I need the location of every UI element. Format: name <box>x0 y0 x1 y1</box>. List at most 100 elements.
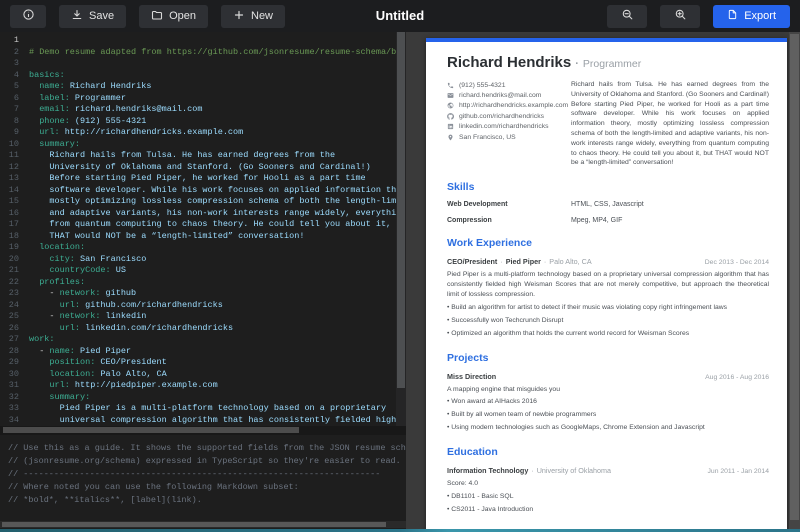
code-text: phone: (912) 555-4321 <box>29 115 147 126</box>
code-text: url: linkedin.com/richardhendricks <box>29 322 234 333</box>
code-line[interactable]: 31 url: http://piedpiper.example.com <box>0 380 396 392</box>
code-line[interactable]: 5 name: Richard Hendriks <box>0 81 396 93</box>
code-line[interactable]: 27 work: <box>0 334 396 346</box>
code-line[interactable]: 14 software developer. While his work fo… <box>0 185 396 197</box>
contact-linkedin[interactable]: linkedin.com/richardhendricks <box>447 122 559 132</box>
helper-code-line[interactable] <box>8 507 406 520</box>
code-line[interactable]: 2 # Demo resume adapted from https://gith… <box>0 47 396 59</box>
code-text: # Demo resume adapted from https://githu… <box>29 46 396 57</box>
code-line[interactable]: 30 location: Palo Alto, CA <box>0 369 396 381</box>
helper-code-line[interactable]: // Use this as a guide. It shows the sup… <box>8 442 406 455</box>
code-line[interactable]: 18 THAT would NOT be a “length-limited” … <box>0 231 396 243</box>
helper-code-line[interactable]: // (jsonresume.org/schema) expressed in … <box>8 455 406 468</box>
helper-code-line[interactable]: // *bold*, **italics**, [label](link). <box>8 494 406 507</box>
code-line[interactable]: 22 profiles: <box>0 277 396 289</box>
skill-keywords: Mpeg, MP4, GIF <box>571 217 623 225</box>
zoom-in-button[interactable] <box>660 4 701 28</box>
code-line[interactable]: 16 and adaptive variants, his non-work i… <box>0 208 396 220</box>
contact-text: http://richardhendricks.example.com <box>459 102 569 110</box>
editor-horizontal-scrollbar[interactable] <box>0 426 406 435</box>
entry-org: Pied Piper <box>505 257 541 267</box>
code-line[interactable]: 8 phone: (912) 555-4321 <box>0 116 396 128</box>
code-editor[interactable]: 1 2 # Demo resume adapted from https://git… <box>0 32 406 532</box>
line-number: 12 <box>8 161 19 172</box>
contact-globe[interactable]: http://richardhendricks.example.com <box>447 101 568 111</box>
contact-github[interactable]: github.com/richardhendricks <box>447 111 559 121</box>
code-text: location: <box>29 242 86 252</box>
new-button[interactable]: New <box>221 4 286 28</box>
code-line[interactable]: 6 label: Programmer <box>0 93 396 105</box>
code-line[interactable]: 26 url: linkedin.com/richardhendricks <box>0 323 396 335</box>
open-button[interactable]: Open <box>139 4 208 28</box>
code-line[interactable]: 9 url: http://richardhendricks.example.c… <box>0 127 396 139</box>
dot-separator: · <box>531 466 534 476</box>
code-line[interactable]: 1 <box>0 35 396 47</box>
code-line[interactable]: 11 Richard hails from Tulsa. He has earn… <box>0 150 396 162</box>
editor-vertical-scrollbar-thumb[interactable] <box>397 32 405 388</box>
code-line[interactable]: 4 basics: <box>0 70 396 82</box>
code-line[interactable]: 20 city: San Francisco <box>0 254 396 266</box>
line-number: 21 <box>8 265 19 275</box>
contact-location[interactable]: San Francisco, US <box>447 132 559 142</box>
code-line[interactable]: 21 countryCode: US <box>0 265 396 277</box>
preview-scrollbar-thumb[interactable] <box>790 34 799 520</box>
code-line[interactable]: 10 summary: <box>0 139 396 151</box>
toolbar-right-group: Export <box>607 4 790 28</box>
code-line[interactable]: 13 Before starting Pied Piper, he worked… <box>0 173 396 185</box>
contact-mail[interactable]: richard.hendriks@mail.com <box>447 90 559 100</box>
phone-icon <box>447 82 454 89</box>
code-line[interactable]: 28 - name: Pied Piper <box>0 346 396 358</box>
code-line[interactable]: 34 universal compression algorithm that … <box>0 415 396 427</box>
contact-text: github.com/richardhendricks <box>459 112 545 120</box>
code-line[interactable]: 17 from quantum computing to chaos theor… <box>0 219 396 231</box>
line-number: 18 <box>8 230 19 241</box>
preview-scrollbar[interactable] <box>789 32 800 532</box>
code-text: from quantum computing to chaos theory. … <box>29 219 396 229</box>
editor-vertical-scrollbar[interactable] <box>396 32 406 426</box>
helper-code-line[interactable]: // Where noted you can use the following… <box>8 481 406 494</box>
line-number: 30 <box>8 368 19 379</box>
section-work-experience: Work Experience CEO/President · Pied Piper ·… <box>447 237 769 338</box>
line-number: 17 <box>8 219 19 229</box>
schema-helper-editor[interactable]: // Use this as a guide. It shows the sup… <box>0 436 406 526</box>
line-number: 20 <box>8 253 19 264</box>
save-button[interactable]: Save <box>59 4 127 28</box>
entry: Miss Direction Aug 2016 - Aug 2016 A mappi… <box>447 372 769 434</box>
entry-bullet: • Successfully won Techcrunch Disrupt <box>447 316 564 324</box>
code-line[interactable]: 25 - network: linkedin <box>0 311 396 323</box>
code-line[interactable]: 29 position: CEO/President <box>0 357 396 369</box>
helper-code-line[interactable]: // -------------------------------------… <box>8 468 406 481</box>
line-number: 25 <box>8 311 19 321</box>
code-line[interactable]: 24 url: github.com/richardhendricks <box>0 300 396 312</box>
code-line[interactable]: 23 - network: github <box>0 288 396 300</box>
export-button[interactable]: Export <box>713 4 790 28</box>
entry-subtitle: Palo Alto, CA <box>549 257 592 267</box>
editor-horizontal-scrollbar-thumb[interactable] <box>3 427 299 433</box>
code-lines[interactable]: 1 2 # Demo resume adapted from https://git… <box>0 32 396 429</box>
section-heading: Education <box>447 446 498 459</box>
entry-bullet: • Using modern technologies such as Goog… <box>447 424 705 432</box>
code-line[interactable]: 7 email: richard.hendriks@mail.com <box>0 104 396 116</box>
contact-phone[interactable]: (912) 555-4321 <box>447 80 559 90</box>
code-line[interactable]: 32 summary: <box>0 392 396 404</box>
code-line[interactable]: 12 University of Oklahoma and Stanford. … <box>0 162 396 174</box>
code-line[interactable]: 19 location: <box>0 242 396 254</box>
code-text: - network: github <box>29 288 137 298</box>
zoom-out-button[interactable] <box>607 4 648 28</box>
entry-summary: A mapping engine that misguides you <box>447 385 560 393</box>
name-separator: · <box>575 58 579 70</box>
code-text: url: github.com/richardhendricks <box>29 299 223 310</box>
code-line[interactable]: 33 Pied Piper is a multi-platform techno… <box>0 403 396 415</box>
code-line[interactable]: 3 <box>0 58 396 70</box>
helper-horizontal-scrollbar[interactable] <box>0 521 406 528</box>
code-text: summary: <box>29 138 81 149</box>
info-button[interactable] <box>10 4 46 28</box>
code-text: basics: <box>29 69 65 80</box>
line-number: 11 <box>8 150 19 160</box>
code-text: work: <box>29 334 55 344</box>
helper-horizontal-scrollbar-thumb[interactable] <box>2 522 386 527</box>
line-number: 4 <box>13 69 19 80</box>
entry-summary: Pied Piper is a multi-platform technolog… <box>447 271 769 298</box>
entry-dates: Dec 2013 - Dec 2014 <box>704 259 769 267</box>
code-line[interactable]: 15 mostly optimizing lossless compressio… <box>0 196 396 208</box>
